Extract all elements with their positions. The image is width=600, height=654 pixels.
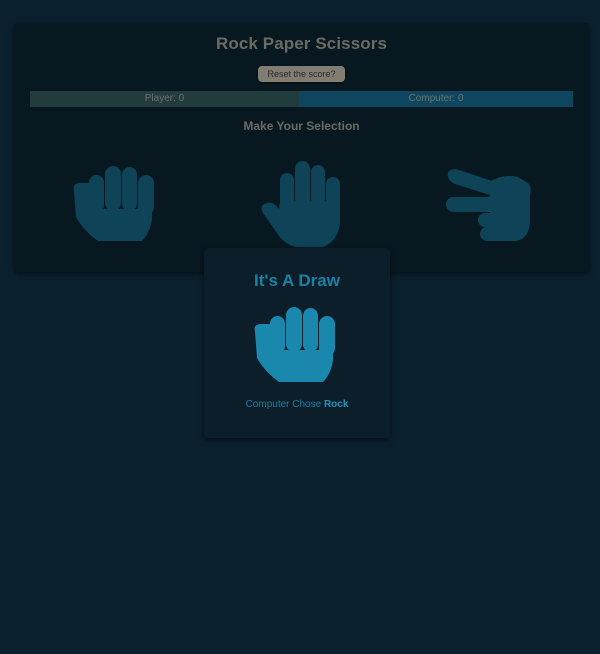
scoreboard: Player: 0 Computer: 0 [30,91,573,107]
computer-choice-text: Computer Chose Rock [204,399,390,410]
computer-chose-label: Computer Chose [245,399,322,410]
computer-choice-value: Rock [323,399,349,410]
selection-heading: Make Your Selection [243,119,360,133]
page-title: Rock Paper Scissors [215,34,388,53]
choice-rock-button[interactable] [66,161,166,249]
computer-score: Computer: 0 [299,91,573,107]
result-icon-wrapper [247,304,347,388]
game-card: Rock Paper Scissors Reset the score? Pla… [14,23,589,272]
result-heading: It's A Draw [254,271,340,290]
player-score: Player: 0 [30,91,299,107]
paper-hand-icon [261,161,340,247]
rock-fist-icon [254,307,335,382]
choice-scissors-button[interactable] [442,161,542,249]
rock-fist-icon [73,166,154,241]
reset-score-button[interactable]: Reset the score? [258,66,345,82]
page: Rock Paper Scissors Reset the score? Pla… [0,0,600,654]
choice-paper-button[interactable] [253,161,353,249]
result-card: It's A Draw Computer Chose Rock [204,248,390,438]
scissors-hand-icon [446,169,531,241]
